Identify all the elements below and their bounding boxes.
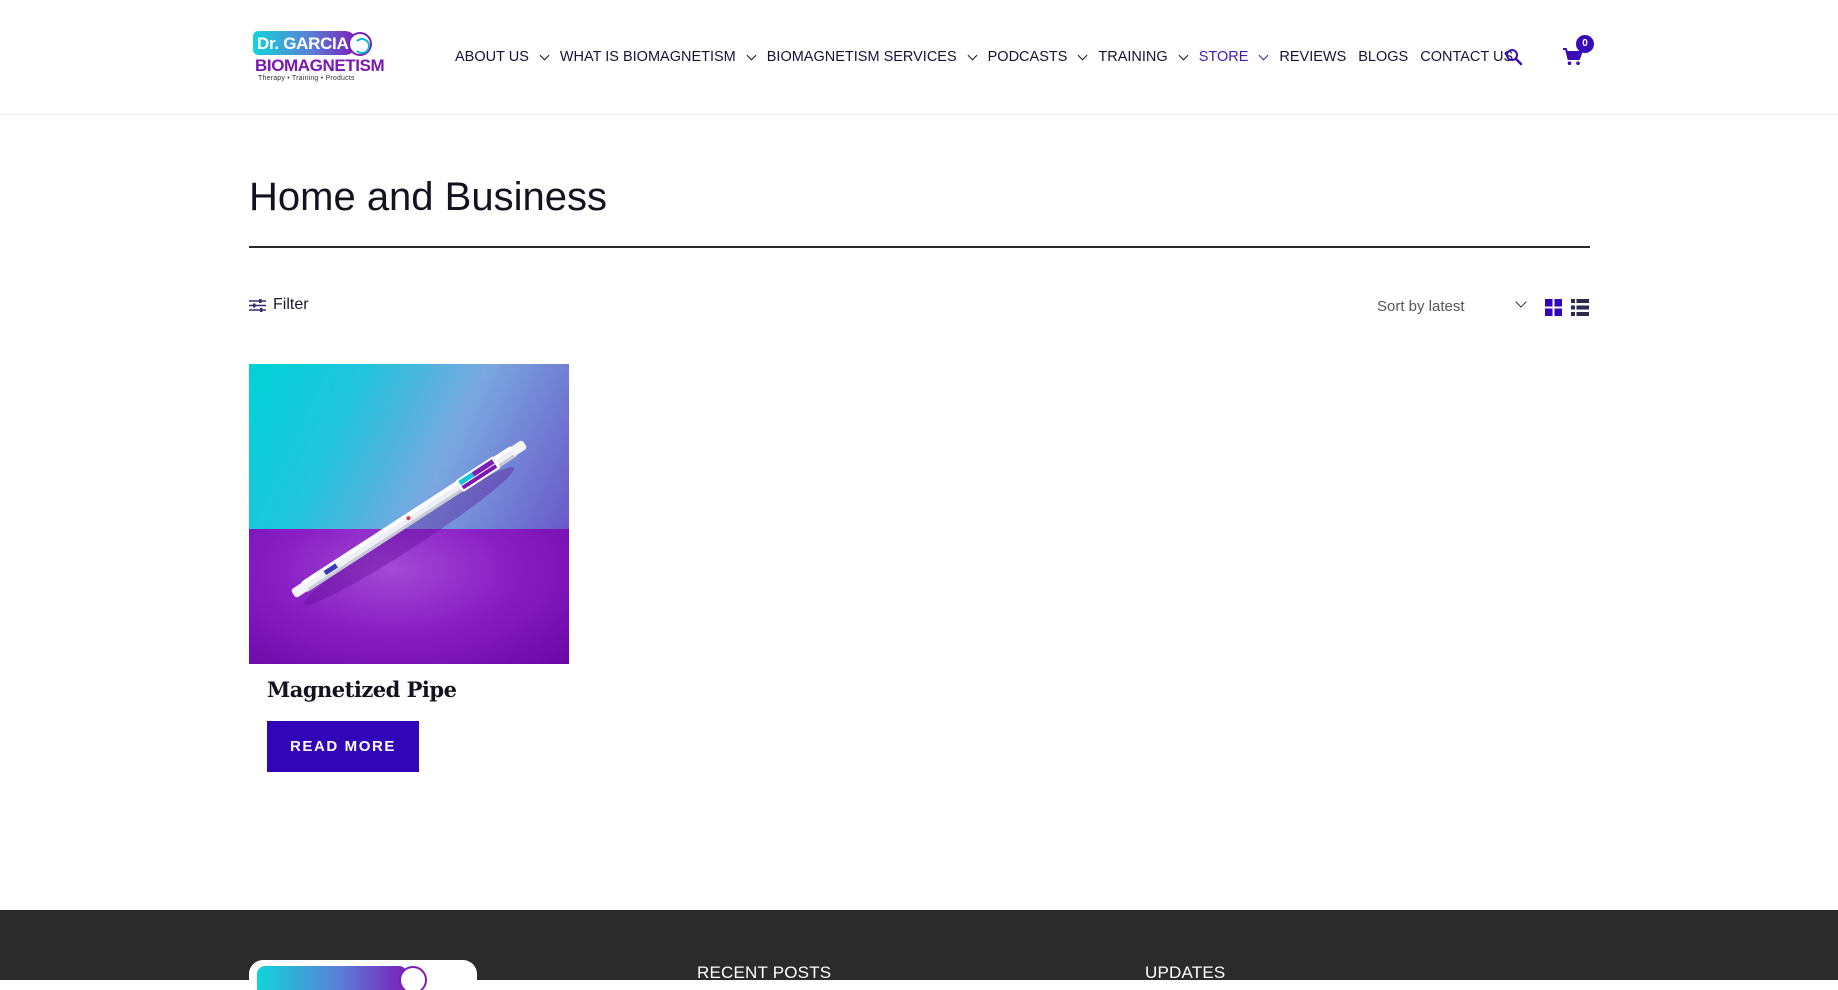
nav-item-contact-us[interactable]: CONTACT US [1420, 49, 1513, 65]
nav-item-label: CONTACT US [1420, 49, 1514, 65]
grid-view-icon[interactable] [1545, 299, 1562, 316]
logo-top-text: Dr. GARCIA [257, 34, 349, 53]
nav-item-training[interactable]: TRAINING [1098, 49, 1189, 65]
page-title: Home and Business [249, 175, 607, 219]
nav-item-store[interactable]: STORE [1198, 49, 1269, 65]
chevron-down-icon [1515, 296, 1527, 308]
chevron-down-icon [1258, 50, 1269, 60]
list-view-icon[interactable] [1571, 299, 1589, 316]
nav-item-label: PODCASTS [987, 49, 1068, 65]
nav-item-label: REVIEWS [1279, 49, 1347, 65]
nav-item-podcasts[interactable]: PODCASTS [987, 49, 1088, 65]
nav-item-label: STORE [1198, 49, 1249, 65]
title-divider [249, 246, 1590, 248]
footer-recent-posts-heading: RECENT POSTS [697, 963, 832, 982]
main-nav: ABOUT US WHAT IS BIOMAGNETISM BIOMAGNETI… [455, 47, 1525, 67]
nav-item-about-us[interactable]: ABOUT US [455, 49, 550, 65]
sort-selected-value: Sort by latest [1377, 297, 1465, 315]
filter-button[interactable]: Filter [249, 296, 309, 314]
chevron-down-icon [1178, 50, 1189, 60]
search-icon[interactable] [1505, 48, 1523, 66]
read-more-button[interactable]: READ MORE [267, 721, 419, 772]
footer-logo-banner [257, 966, 407, 990]
site-logo[interactable]: Dr. GARCIA BIOMAGNETISM Therapy • Traini… [253, 31, 391, 83]
nav-item-label: TRAINING [1098, 49, 1168, 65]
logo-tagline: Therapy • Training • Products [258, 75, 355, 82]
nav-item-label: BIOMAGNETISM SERVICES [766, 49, 957, 65]
logo-emblem-icon [348, 32, 372, 56]
filter-sliders-icon [249, 298, 266, 312]
nav-item-label: ABOUT US [455, 49, 529, 65]
nav-item-label: BLOGS [1358, 49, 1409, 65]
footer-logo-emblem-icon [399, 966, 427, 990]
chevron-down-icon [967, 50, 978, 60]
nav-item-biomagnetism-services[interactable]: BIOMAGNETISM SERVICES [766, 49, 978, 65]
cart-count-badge: 0 [1576, 35, 1594, 53]
chevron-down-icon [539, 50, 550, 60]
product-title[interactable]: Magnetized Pipe [267, 677, 457, 702]
chevron-down-icon [746, 50, 757, 60]
nav-item-label: WHAT IS BIOMAGNETISM [559, 49, 736, 65]
footer-logo[interactable] [249, 960, 477, 990]
nav-item-what-is-biomagnetism[interactable]: WHAT IS BIOMAGNETISM [559, 49, 757, 65]
magnetized-pipe-icon [291, 440, 527, 605]
site-header: Dr. GARCIA BIOMAGNETISM Therapy • Traini… [0, 0, 1838, 115]
footer-updates-heading: UPDATES [1145, 963, 1226, 982]
chevron-down-icon [1077, 50, 1088, 60]
logo-banner: Dr. GARCIA [253, 31, 357, 55]
nav-item-reviews[interactable]: REVIEWS [1279, 49, 1346, 65]
nav-item-blogs[interactable]: BLOGS [1358, 49, 1408, 65]
filter-label: Filter [273, 296, 309, 313]
product-image[interactable] [249, 364, 569, 664]
sort-select[interactable]: Sort by latest [1377, 296, 1527, 316]
logo-main-text: BIOMAGNETISM [255, 56, 385, 75]
